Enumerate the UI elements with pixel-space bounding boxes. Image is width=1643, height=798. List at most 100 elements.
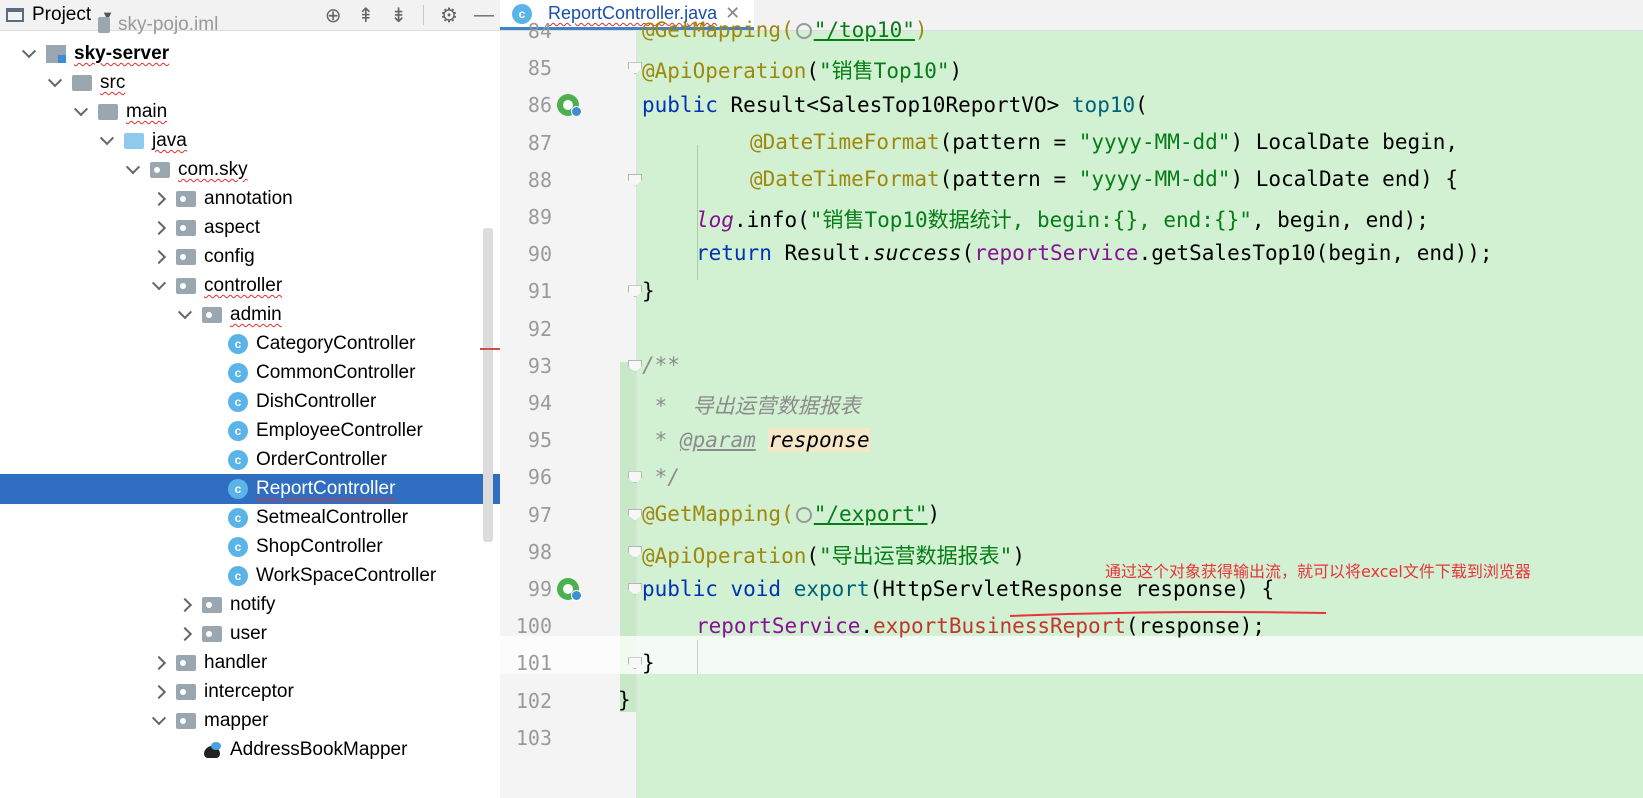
tree-item-label: notify xyxy=(230,594,276,615)
web-endpoint-icon[interactable] xyxy=(557,578,582,601)
tree-item-src[interactable]: src xyxy=(0,68,500,98)
code-line-94: * 导出运营数据报表 xyxy=(642,390,861,420)
class-icon: c xyxy=(228,334,248,354)
code-line-88: @DateTimeFormat(pattern = "yyyy-MM-dd") … xyxy=(750,167,1458,191)
module-icon xyxy=(46,45,66,63)
chevron-down-icon[interactable] xyxy=(152,714,166,728)
line-number[interactable]: 86 xyxy=(500,93,552,117)
tree-item-java[interactable]: java xyxy=(0,126,500,156)
code-line-89: log.info("销售Top10数据统计, begin:{}, end:{}"… xyxy=(696,204,1429,234)
annotation-token: @GetMapping( xyxy=(642,502,794,526)
chevron-down-icon[interactable] xyxy=(126,163,140,177)
tree-item-com-sky[interactable]: com.sky xyxy=(0,155,500,185)
tree-item-handler[interactable]: handler xyxy=(0,648,500,678)
type-token: Result<SalesTop10ReportVO> xyxy=(730,93,1060,117)
tree-item-main[interactable]: main xyxy=(0,97,500,127)
tree-item-label: config xyxy=(204,246,255,267)
tree-item-aspect[interactable]: aspect xyxy=(0,213,500,243)
line-number[interactable]: 99 xyxy=(500,577,552,601)
tree-item-label: CommonController xyxy=(256,362,416,383)
chevron-right-icon[interactable] xyxy=(152,192,166,206)
line-number[interactable]: 97 xyxy=(500,503,552,527)
tree-item-controller[interactable]: controller xyxy=(0,271,500,301)
tree-item-admin[interactable]: admin xyxy=(0,300,500,330)
code-line-97: @GetMapping( "/export") xyxy=(642,502,940,526)
line-number[interactable]: 87 xyxy=(500,131,552,155)
code-line-84: @GetMapping("/top10") xyxy=(642,18,928,42)
tree-item-employeecontroller[interactable]: c EmployeeController xyxy=(0,416,500,446)
code-line-101: } xyxy=(642,651,655,675)
code-editor: c ReportController.java ✕ 84 85 86 87 88 89 90… xyxy=(500,0,1643,798)
line-number[interactable]: 100 xyxy=(500,614,552,638)
package-icon xyxy=(202,307,222,323)
code-token: ) xyxy=(927,502,941,526)
tree-item-label: WorkSpaceController xyxy=(256,565,437,586)
chevron-down-icon[interactable] xyxy=(74,105,88,119)
string-token: "销售Top10数据统计, begin:{}, end:{}" xyxy=(809,208,1252,232)
tree-item-label: handler xyxy=(204,652,268,673)
tree-item-categorycontroller[interactable]: c CategoryController xyxy=(0,329,500,359)
tree-scrollbar[interactable] xyxy=(483,228,493,542)
chevron-right-icon[interactable] xyxy=(152,656,166,670)
code-line-96: */ xyxy=(642,465,680,489)
line-number[interactable]: 95 xyxy=(500,428,552,452)
globe-icon[interactable] xyxy=(795,507,812,523)
tree-item-label: mapper xyxy=(204,710,269,731)
tree-item-reportcontroller[interactable]: c ReportController xyxy=(0,474,500,504)
tree-item-workspacecontroller[interactable]: c WorkSpaceController xyxy=(0,561,500,591)
tree-item-mapper[interactable]: mapper xyxy=(0,706,500,736)
code-line-85: @ApiOperation("销售Top10") xyxy=(642,59,963,83)
line-number[interactable]: 98 xyxy=(500,540,552,564)
tree-item-label: AddressBookMapper xyxy=(230,739,408,760)
tree-item-sky-pojo-iml[interactable]: sky-pojo.iml xyxy=(0,10,500,40)
tree-item-label: com.sky xyxy=(178,159,248,180)
line-number[interactable]: 94 xyxy=(500,391,552,415)
chevron-down-icon[interactable] xyxy=(152,279,166,293)
url-token[interactable]: "/export" xyxy=(814,502,928,526)
tree-item-notify[interactable]: notify xyxy=(0,590,500,620)
line-number[interactable]: 101 xyxy=(500,651,552,675)
web-endpoint-icon[interactable] xyxy=(557,94,582,118)
chevron-right-icon[interactable] xyxy=(178,627,192,641)
tree-item-setmealcontroller[interactable]: c SetmealController xyxy=(0,503,500,533)
chevron-right-icon[interactable] xyxy=(152,685,166,699)
code-line-93: /** xyxy=(642,353,680,377)
line-number[interactable]: 89 xyxy=(500,205,552,229)
package-icon xyxy=(202,626,222,642)
line-number[interactable]: 102 xyxy=(500,689,552,713)
line-number[interactable]: 96 xyxy=(500,465,552,489)
globe-icon[interactable] xyxy=(795,23,812,39)
url-token[interactable]: "/top10" xyxy=(814,18,915,42)
chevron-down-icon[interactable] xyxy=(178,308,192,322)
chevron-right-icon[interactable] xyxy=(152,221,166,235)
class-icon: c xyxy=(228,363,248,383)
comment-token: /** xyxy=(642,353,680,377)
tree-item-shopcontroller[interactable]: c ShopController xyxy=(0,532,500,562)
chevron-right-icon[interactable] xyxy=(152,250,166,264)
line-number[interactable]: 90 xyxy=(500,242,552,266)
tree-item-commoncontroller[interactable]: c CommonController xyxy=(0,358,500,388)
tree-item-user[interactable]: user xyxy=(0,619,500,649)
line-number[interactable]: 93 xyxy=(500,354,552,378)
folder-blue-icon xyxy=(124,133,144,149)
tree-item-ordercontroller[interactable]: c OrderController xyxy=(0,445,500,475)
chevron-down-icon[interactable] xyxy=(100,134,114,148)
tree-item-config[interactable]: config xyxy=(0,242,500,272)
tree-item-dishcontroller[interactable]: c DishController xyxy=(0,387,500,417)
line-number[interactable]: 92 xyxy=(500,317,552,341)
tree-item-sky-server[interactable]: sky-server xyxy=(0,39,500,69)
line-number[interactable]: 88 xyxy=(500,168,552,192)
string-token: "yyyy-MM-dd" xyxy=(1078,130,1231,154)
code-token: , begin, end); xyxy=(1251,208,1429,232)
tree-item-interceptor[interactable]: interceptor xyxy=(0,677,500,707)
chevron-down-icon[interactable] xyxy=(48,76,62,90)
chevron-right-icon[interactable] xyxy=(178,598,192,612)
line-number[interactable]: 85 xyxy=(500,56,552,80)
tree-item-label: ShopController xyxy=(256,536,383,557)
line-number[interactable]: 84 xyxy=(500,19,552,43)
line-number[interactable]: 91 xyxy=(500,279,552,303)
line-number[interactable]: 103 xyxy=(500,726,552,750)
tree-item-addressbookmapper[interactable]: AddressBookMapper xyxy=(0,735,500,765)
tree-item-annotation[interactable]: annotation xyxy=(0,184,500,214)
chevron-down-icon[interactable] xyxy=(22,47,36,61)
